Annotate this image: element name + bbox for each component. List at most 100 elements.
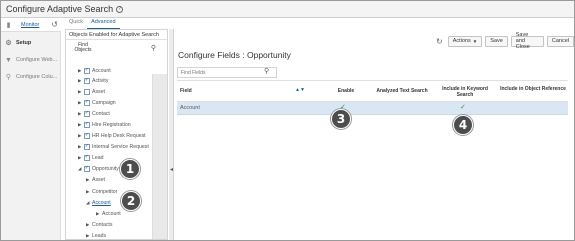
checkbox[interactable]: ✓ — [84, 143, 90, 150]
keyword-search-checkbox[interactable]: ✓ — [460, 103, 466, 111]
tree-item-opportunity-account[interactable]: ◢ Account — [86, 198, 111, 207]
tree-item-opportunity[interactable]: ◢ ✓ Opportunity — [78, 164, 119, 173]
expand-icon[interactable]: ▶ — [78, 78, 83, 84]
tree-item-label: Account — [102, 210, 121, 217]
collapse-panel-icon[interactable]: ◂ — [169, 166, 174, 178]
filter-icon: ▼ — [5, 56, 12, 64]
search-mode-tabs: Quick Advanced — [65, 19, 120, 29]
nav-item-configure-columns[interactable]: ⚲ Configure Colu... — [1, 70, 61, 84]
nav-label-monitor: Monitor — [21, 21, 40, 28]
expand-icon[interactable]: ▶ — [86, 222, 91, 228]
tree-item[interactable]: ▶ ✓ Activity — [78, 76, 108, 85]
collapse-icon[interactable]: ◢ — [78, 166, 83, 172]
tab-advanced[interactable]: Advanced — [87, 19, 120, 29]
expand-icon[interactable]: ▶ — [86, 233, 91, 239]
tree-item-label: Hire Registration — [92, 121, 131, 128]
checkbox[interactable]: ✓ — [84, 110, 90, 117]
callout-4: 4 — [453, 115, 473, 135]
tree-item[interactable]: ▶ ✓ Account — [78, 66, 111, 75]
checkbox[interactable]: ✓ — [84, 132, 90, 139]
refresh-icon[interactable]: ↻ — [436, 37, 443, 46]
chevron-down-icon: ▼ — [472, 38, 478, 44]
checkbox[interactable]: ✓ — [84, 77, 90, 84]
table-row[interactable]: Account ✓ ✓ — [177, 102, 568, 115]
actions-menu-button[interactable]: Actions ▼ — [447, 35, 483, 47]
search-icon[interactable]: ⚲ — [264, 67, 269, 75]
objects-scrollbar[interactable] — [152, 74, 167, 239]
find-fields-input[interactable] — [177, 67, 277, 78]
tree-item[interactable]: ▶ ✓ HR Help Desk Request — [78, 131, 146, 140]
gear-icon: ⚙ — [5, 40, 12, 47]
tree-item[interactable]: ▶ ✓ Internal Service Request — [78, 142, 149, 151]
configure-adaptive-search-window: Configure Adaptive Search ? ▮ Monitor ↺ … — [0, 0, 575, 241]
monitor-icon: ▮ — [6, 21, 11, 29]
tree-item[interactable]: ▶ Asset — [86, 175, 105, 184]
search-icon[interactable]: ⚲ — [151, 44, 156, 52]
tree-item[interactable]: ▶ Asset — [78, 87, 105, 96]
tree-item-label: Contact — [92, 110, 110, 117]
find-objects-row[interactable]: Find Objects ⚲ — [69, 43, 164, 57]
checkbox[interactable]: ✓ — [84, 154, 90, 161]
column-header-object-ref: Include in Object Reference — [500, 86, 566, 92]
objects-panel: Objects Enabled for Adaptive Search Find… — [65, 29, 168, 240]
callout-3: 3 — [331, 109, 351, 129]
pin-icon[interactable]: ↺ — [51, 20, 58, 29]
tree-item[interactable]: ▶ ✓ Hire Registration — [78, 120, 131, 129]
expand-icon[interactable]: ▶ — [78, 89, 83, 95]
nav-item-configure-web[interactable]: ▼ Configure Web... — [1, 53, 61, 67]
tree-item-label: Internal Service Request — [92, 143, 149, 150]
expand-icon[interactable]: ▶ — [78, 133, 83, 139]
toolbar: ↻ Actions ▼ Save Save and Close Cancel — [436, 32, 574, 50]
expand-icon[interactable]: ▶ — [78, 68, 83, 74]
tree-item-label: Account — [92, 67, 111, 74]
tree-item[interactable]: ▶ Account — [96, 209, 121, 218]
expand-icon[interactable]: ▶ — [96, 211, 101, 217]
expand-icon[interactable]: ▶ — [78, 122, 83, 128]
find-objects-label: Find Objects — [74, 42, 92, 53]
checkbox[interactable]: ✓ — [84, 121, 90, 128]
tree-item-label: HR Help Desk Request — [92, 132, 146, 139]
checkbox[interactable]: ✓ — [84, 99, 90, 106]
columns-icon: ⚲ — [5, 74, 12, 81]
nav-label-configure-web: Configure Web... — [16, 57, 58, 63]
tree-item[interactable]: ▶ Competitor — [86, 187, 117, 196]
callout-1: 1 — [120, 159, 140, 179]
tree-item-label: Activity — [92, 77, 109, 84]
tree-item[interactable]: ▶ ✓ Contact — [78, 109, 110, 118]
nav-item-monitor[interactable]: ▮ Monitor ↺ — [1, 18, 61, 32]
help-icon[interactable]: ? — [116, 5, 124, 13]
nav-item-setup[interactable]: ⚙ Setup — [1, 36, 61, 50]
fields-table: Field ▲▼ Enable Analyzed Text Search Inc… — [177, 80, 568, 115]
checkbox[interactable] — [84, 88, 90, 95]
checkbox[interactable]: ✓ — [84, 67, 90, 74]
expand-icon[interactable]: ▶ — [78, 144, 83, 150]
tree-item-label[interactable]: Account — [92, 200, 111, 206]
checkbox[interactable]: ✓ — [84, 165, 90, 172]
expand-icon[interactable]: ▶ — [86, 189, 91, 195]
callout-2: 2 — [121, 191, 141, 211]
cancel-button[interactable]: Cancel — [546, 35, 574, 47]
tree-item[interactable]: ▶ ✓ Lead — [78, 153, 104, 162]
tree-item[interactable]: ▶ Contacts — [86, 220, 112, 229]
sort-icons[interactable]: ▲▼ — [295, 87, 305, 93]
tree-item-label: Asset — [92, 88, 105, 95]
tree-item-label: Leads — [92, 232, 107, 239]
tree-item[interactable]: ▶ Leads — [86, 231, 107, 239]
expand-icon[interactable]: ▶ — [86, 177, 91, 183]
tree-item-label: Opportunity — [92, 165, 119, 172]
column-header-enable: Enable — [337, 88, 355, 94]
tree-item-label: Lead — [92, 154, 104, 161]
panel-splitter[interactable]: ◂ — [169, 29, 174, 240]
expand-icon[interactable]: ▶ — [78, 100, 83, 106]
tab-quick[interactable]: Quick — [65, 19, 87, 29]
save-and-close-button[interactable]: Save and Close — [510, 32, 544, 50]
tree-item-label: Campaign — [92, 99, 116, 106]
table-header: Field ▲▼ Enable Analyzed Text Search Inc… — [177, 82, 568, 102]
column-header-analyzed: Analyzed Text Search — [376, 88, 428, 94]
tree-item[interactable]: ▶ ✓ Campaign — [78, 98, 116, 107]
column-header-field[interactable]: Field — [180, 88, 192, 95]
expand-icon[interactable]: ▶ — [78, 111, 83, 117]
expand-icon[interactable]: ▶ — [78, 155, 83, 161]
save-button[interactable]: Save — [485, 35, 508, 47]
collapse-icon[interactable]: ◢ — [86, 200, 91, 206]
